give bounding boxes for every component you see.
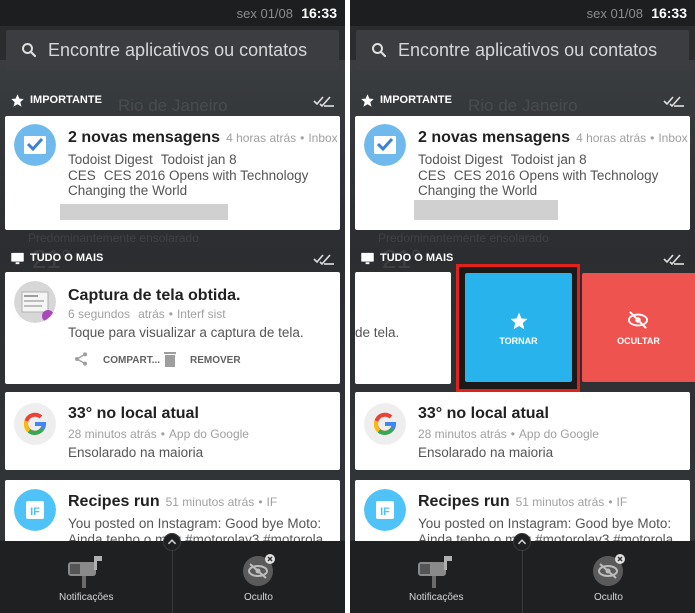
status-bar: sex 01/08 16:33 — [350, 0, 695, 26]
weather-card-body: Ensolarado na maioria — [68, 445, 204, 460]
inbox-row-3: Changing the World — [68, 183, 188, 198]
inbox-card[interactable]: 2 novas mensagens 4 horas atrás • Inbox Tod… — [355, 116, 690, 230]
star-icon — [11, 94, 24, 107]
weather-card-meta: 28 minutos atrás • App do Google — [418, 427, 599, 441]
share-icon — [75, 352, 87, 366]
hidden-eye-icon[interactable] — [240, 554, 276, 588]
weather-card[interactable]: 33° no local atual 28 minutos atrás • App … — [355, 392, 690, 470]
monitor-icon — [361, 252, 374, 265]
recipes-card-body-1: You posted on Instagram: Good bye Moto: — [68, 516, 322, 531]
svg-text:IF: IF — [380, 506, 390, 518]
notifications-tab[interactable]: Notificações — [59, 592, 113, 603]
status-time: 16:33 — [301, 5, 337, 21]
search-bar[interactable]: Encontre aplicativos ou contatos — [356, 30, 689, 70]
weather-card-body: Ensolarado na maioria — [418, 445, 554, 460]
ifttt-app-icon: IF — [364, 489, 406, 531]
section-everything-label: TUDO O MAIS — [30, 252, 104, 264]
inbox-row-1: Todoist Digest Todoist jan 8 — [68, 152, 237, 167]
monitor-icon — [11, 252, 24, 265]
screenshot-thumbnail-icon — [14, 281, 56, 323]
inbox-card-title: 2 novas mensagens 4 horas atrás • Inbox — [418, 129, 688, 146]
screenshot-card-meta: 6 segundos atrás • Interf sist — [68, 307, 226, 321]
inbox-card[interactable]: 2 novas mensagens 4 horas atrás • Inbox Tod… — [5, 116, 340, 230]
chevron-up-icon[interactable] — [513, 533, 531, 551]
screenshot-card-title: Captura de tela obtida. — [68, 287, 241, 304]
blurred-text — [60, 204, 228, 220]
search-bar[interactable]: Encontre aplicativos ou contatos — [6, 30, 339, 70]
svg-text:IF: IF — [30, 506, 40, 518]
status-date: sex 01/08 — [586, 6, 643, 21]
mailbox-icon[interactable] — [416, 554, 452, 588]
inbox-row-2: CES CES 2016 Opens with Technology — [418, 168, 659, 183]
google-app-icon — [14, 403, 56, 445]
status-bar: sex 01/08 16:33 — [0, 0, 345, 26]
recipes-card-title: Recipes run 51 minutos atrás • IF — [68, 493, 278, 510]
star-action-label: TORNAR — [499, 336, 538, 346]
chevron-up-icon[interactable] — [163, 533, 181, 551]
weather-card[interactable]: 33° no local atual 28 minutos atrás • App … — [5, 392, 340, 470]
inbox-app-icon — [364, 124, 406, 166]
notifications-tab[interactable]: Notificações — [409, 592, 463, 603]
hide-action-button[interactable]: OCULTAR — [582, 273, 695, 382]
inbox-row-3: Changing the World — [418, 183, 538, 198]
section-important-header: IMPORTANTE — [360, 92, 685, 112]
section-important-header: IMPORTANTE — [10, 92, 335, 112]
weather-card-meta: 28 minutos atrás • App do Google — [68, 427, 249, 441]
mark-all-done-icon[interactable] — [663, 94, 685, 108]
eye-off-icon — [628, 311, 648, 329]
status-time: 16:33 — [651, 5, 687, 21]
search-icon — [372, 43, 387, 58]
mark-all-done-icon[interactable] — [313, 252, 335, 266]
star-icon — [361, 94, 374, 107]
wallpaper-condition: Predominantemente ensolarado — [28, 231, 199, 245]
inbox-row-2: CES CES 2016 Opens with Technology — [68, 168, 309, 183]
wallpaper-condition: Predominantemente ensolarado — [378, 231, 549, 245]
remove-button[interactable]: REMOVER — [190, 355, 241, 366]
screenshot-card-body: Toque para visualizar a captura de tela. — [68, 325, 304, 340]
search-placeholder: Encontre aplicativos ou contatos — [398, 40, 658, 60]
recipes-card-title: Recipes run 51 minutos atrás • IF — [418, 493, 628, 510]
google-app-icon — [364, 403, 406, 445]
weather-card-title: 33° no local atual — [418, 405, 549, 422]
bottom-bar: Notificações Oculto — [350, 533, 695, 613]
bottom-divider — [172, 541, 173, 613]
screenshot-card-swiped[interactable]: de tela. — [355, 272, 451, 384]
search-placeholder: Encontre aplicativos ou contatos — [48, 40, 308, 60]
trash-icon — [164, 352, 176, 367]
hidden-eye-icon[interactable] — [590, 554, 626, 588]
hide-action-label: OCULTAR — [617, 336, 660, 346]
bottom-bar: Notificações Oculto — [0, 533, 345, 613]
recipes-card-body-1: You posted on Instagram: Good bye Moto: — [418, 516, 672, 531]
mark-all-done-icon[interactable] — [663, 252, 685, 266]
section-important-label: IMPORTANTE — [380, 94, 452, 106]
status-date: sex 01/08 — [236, 6, 293, 21]
left-screen: Rio de Janeiro Predominantemente ensolar… — [0, 0, 345, 613]
bottom-divider — [522, 541, 523, 613]
inbox-card-title: 2 novas mensagens 4 horas atrás • Inbox — [68, 129, 338, 146]
right-screen: Rio de Janeiro Predominantemente ensolar… — [350, 0, 695, 613]
star-action-button[interactable]: TORNAR — [465, 273, 572, 382]
hidden-tab[interactable]: Oculto — [244, 592, 273, 603]
screenshot-card-body-fragment: de tela. — [355, 325, 400, 340]
mark-all-done-icon[interactable] — [313, 94, 335, 108]
screenshot-card[interactable]: Captura de tela obtida. 6 segundos atrás •… — [5, 272, 340, 384]
hidden-tab[interactable]: Oculto — [594, 592, 623, 603]
section-important-label: IMPORTANTE — [30, 94, 102, 106]
inbox-app-icon — [14, 124, 56, 166]
search-icon — [22, 43, 37, 58]
section-everything-header: TUDO O MAIS — [10, 250, 335, 270]
weather-card-title: 33° no local atual — [68, 405, 199, 422]
ifttt-app-icon: IF — [14, 489, 56, 531]
blurred-text — [414, 200, 558, 220]
inbox-row-1: Todoist Digest Todoist jan 8 — [418, 152, 587, 167]
share-button[interactable]: COMPART... — [103, 355, 160, 366]
star-icon — [510, 312, 528, 330]
section-everything-label: TUDO O MAIS — [380, 252, 454, 264]
mailbox-icon[interactable] — [66, 554, 102, 588]
